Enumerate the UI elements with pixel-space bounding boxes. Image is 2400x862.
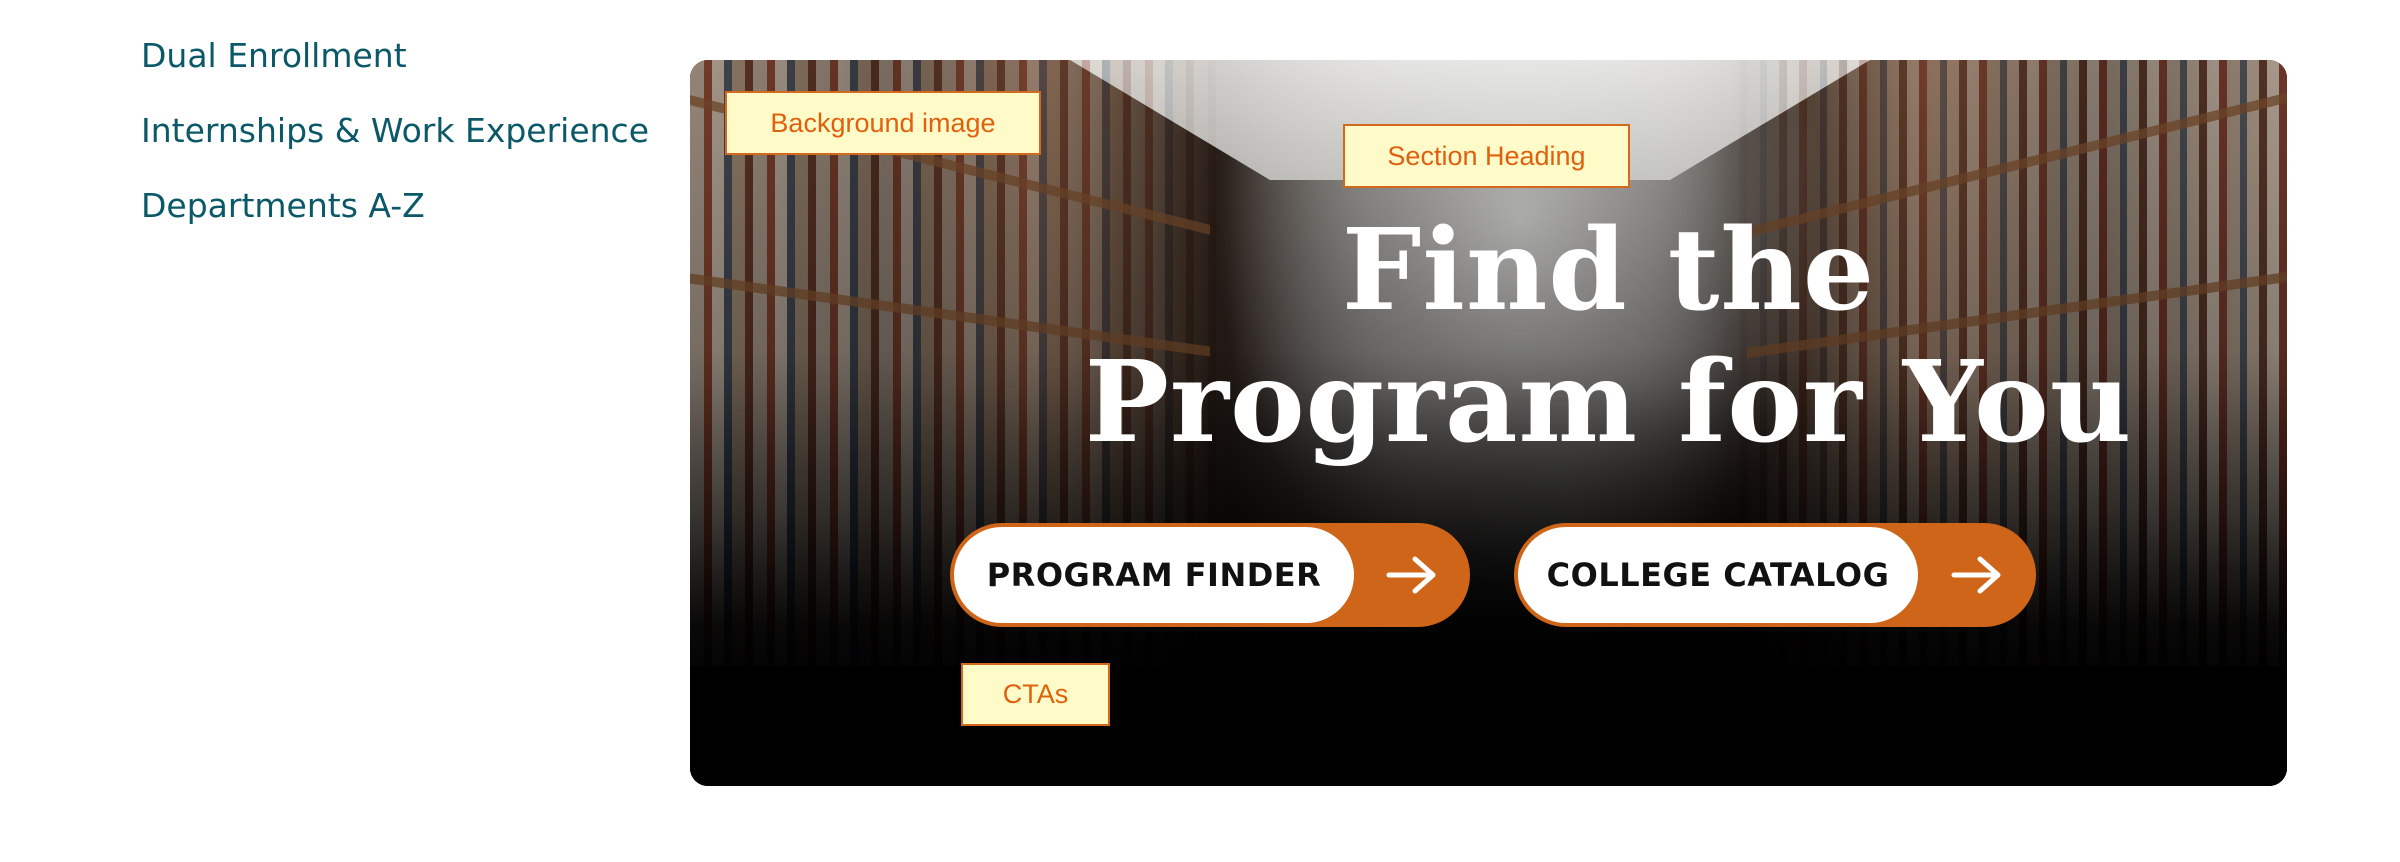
- college-catalog-button[interactable]: COLLEGE CATALOG: [1514, 523, 2036, 627]
- nav-link-departments-a-z[interactable]: Departments A-Z: [141, 168, 649, 243]
- nav-link-internships-work-experience[interactable]: Internships & Work Experience: [141, 93, 649, 168]
- side-nav: Dual Enrollment Internships & Work Exper…: [141, 18, 649, 243]
- annotation-background-image: Background image: [725, 91, 1041, 155]
- college-catalog-label: COLLEGE CATALOG: [1518, 527, 1918, 623]
- annotation-ctas: CTAs: [961, 663, 1110, 726]
- program-finder-button[interactable]: PROGRAM FINDER: [950, 523, 1470, 627]
- heading-line-2: Program for You: [1084, 337, 2133, 468]
- section-heading: Find the Program for You: [690, 205, 2287, 469]
- nav-link-dual-enrollment[interactable]: Dual Enrollment: [141, 18, 649, 93]
- arrow-right-icon: [1354, 555, 1470, 595]
- program-finder-label: PROGRAM FINDER: [954, 527, 1354, 623]
- arrow-right-icon: [1918, 555, 2036, 595]
- heading-line-1: Find the: [1341, 205, 1876, 336]
- annotation-section-heading: Section Heading: [1343, 124, 1630, 188]
